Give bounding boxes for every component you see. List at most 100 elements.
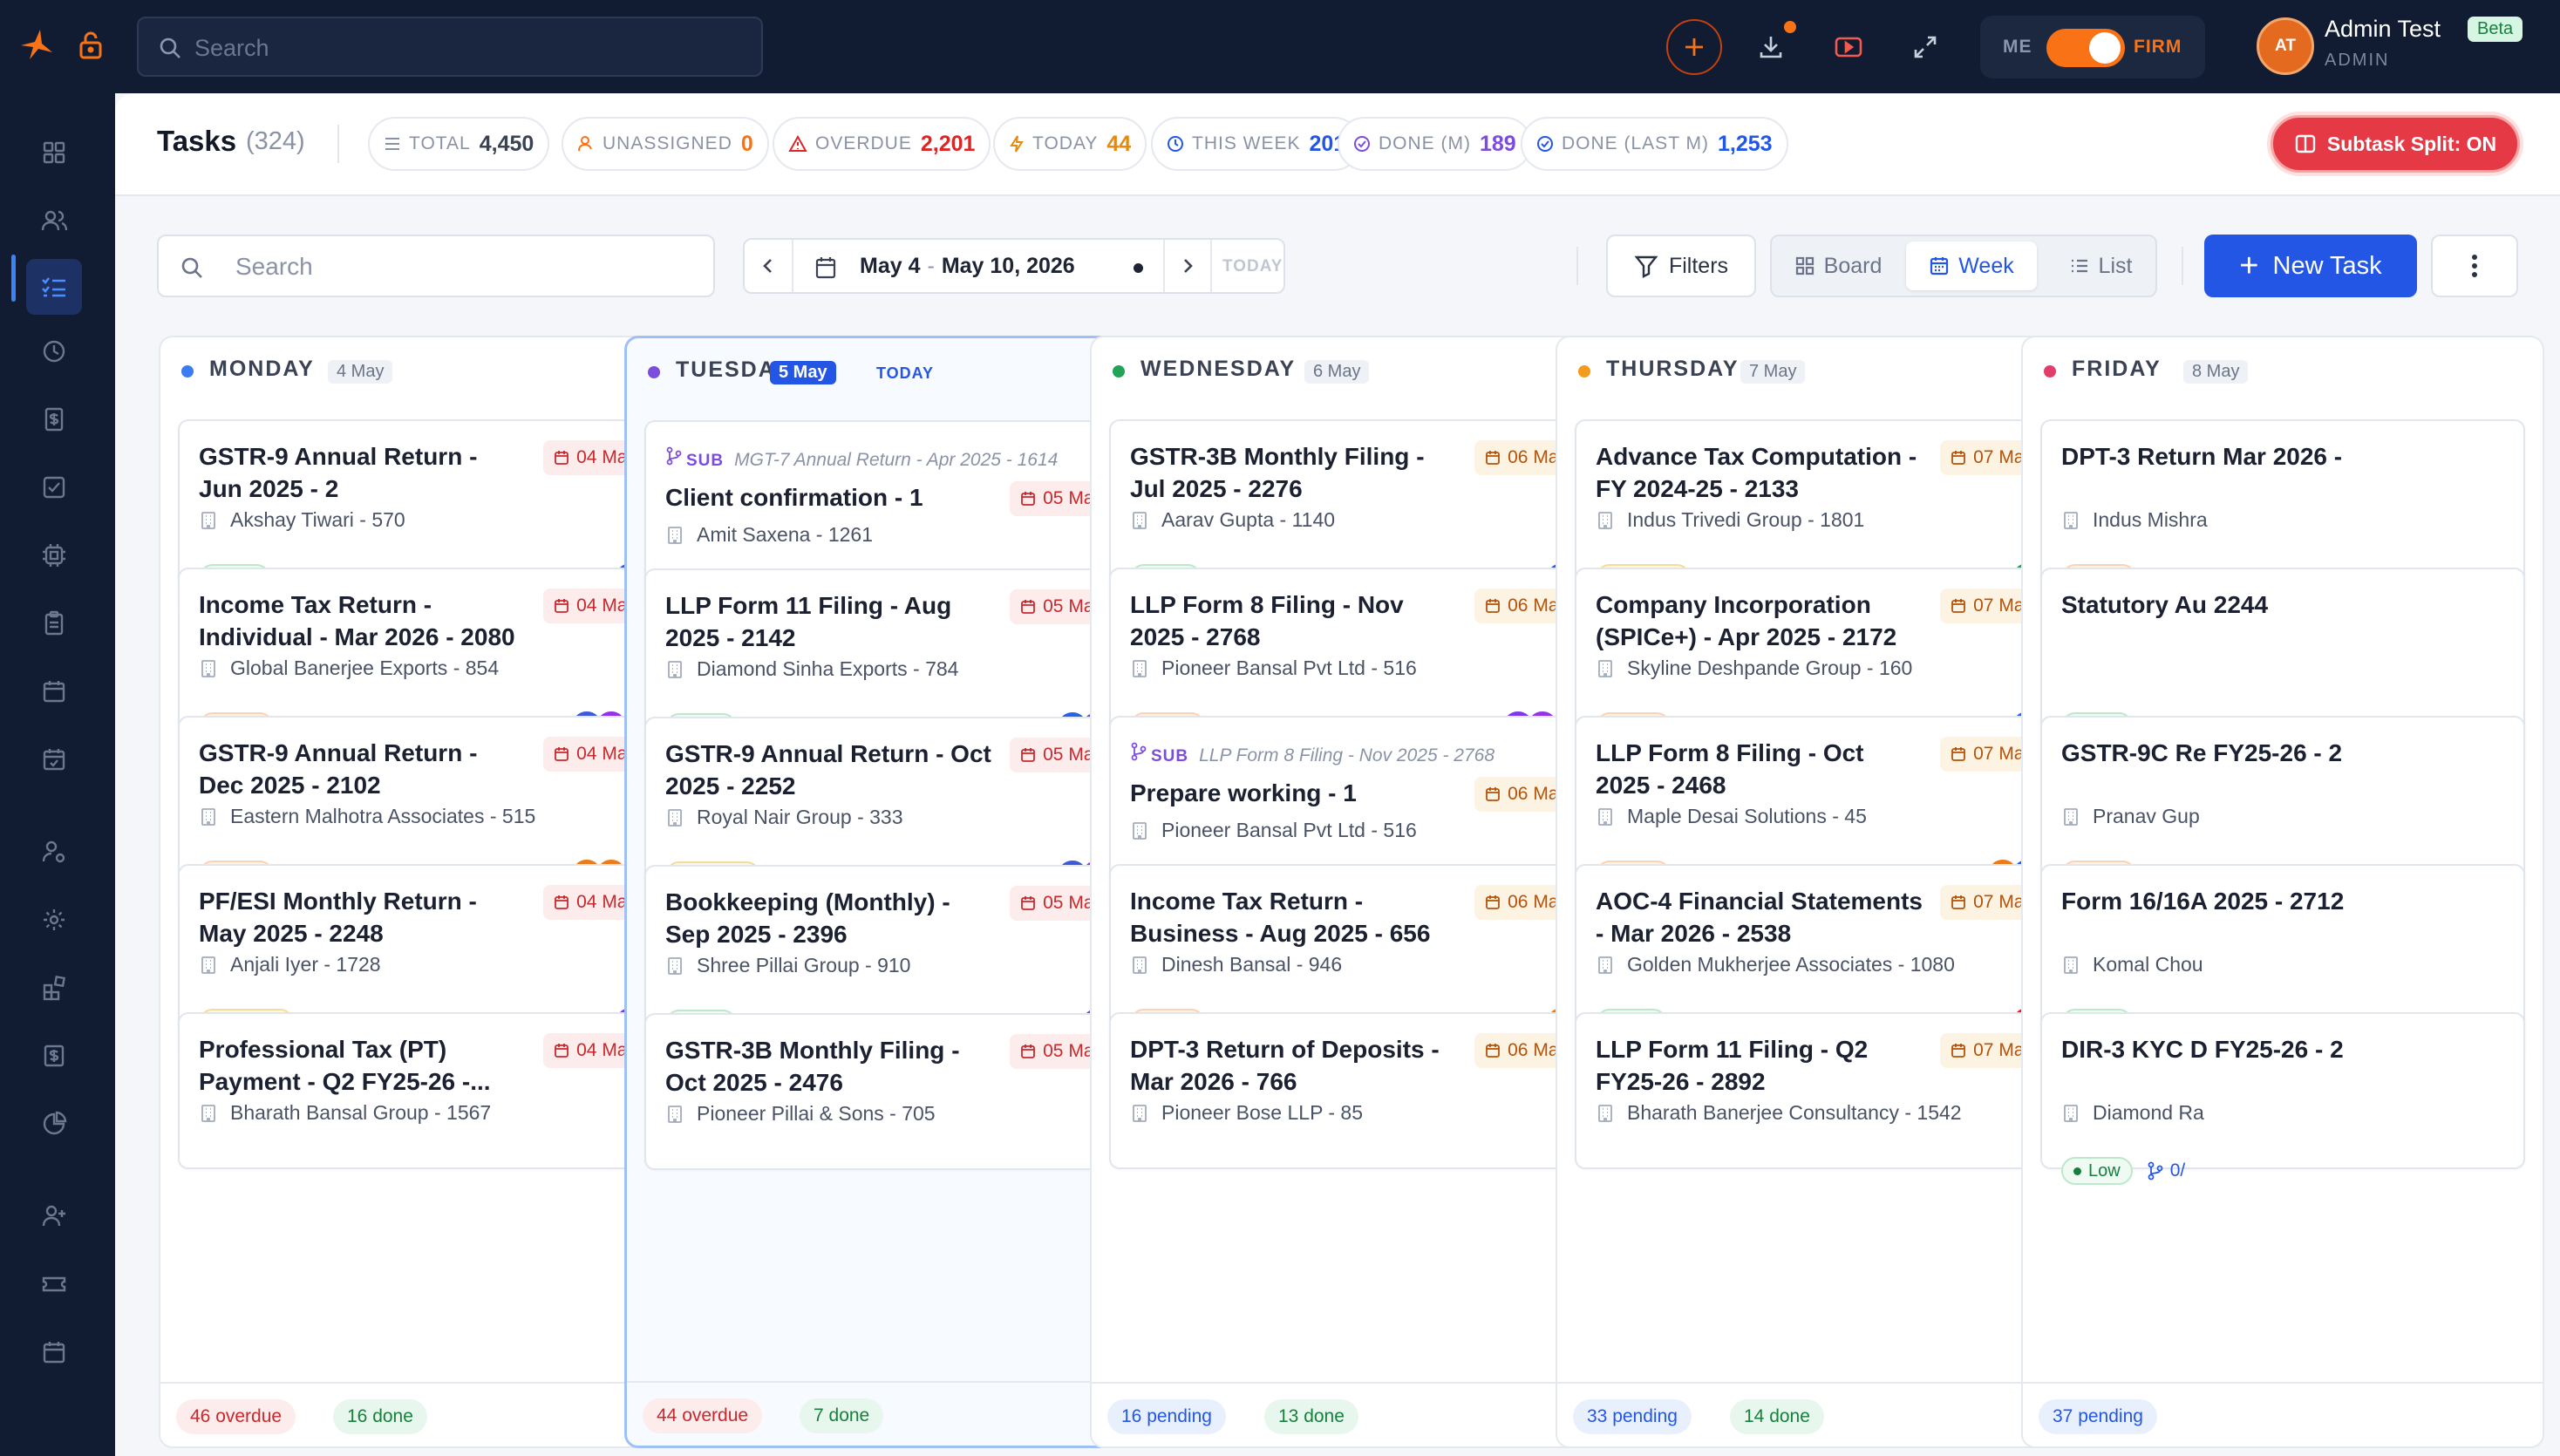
task-card[interactable]: GSTR-3B Monthly Filing - Oct 2025 - 2476… <box>644 1013 1129 1170</box>
subtask-split-toggle[interactable]: Subtask Split: ON <box>2271 115 2520 173</box>
sidebar-item-integrations[interactable] <box>26 960 82 1016</box>
task-title[interactable]: Advance Tax Computation - FY 2024-25 - 2… <box>1596 440 1923 505</box>
client-name[interactable]: Anjali Iyer - 1728 <box>199 953 381 976</box>
task-search-input[interactable] <box>235 249 689 284</box>
task-title[interactable]: Prepare working - 1 <box>1130 777 1461 809</box>
stat-done-month[interactable]: DONE (M) 189 <box>1338 117 1532 171</box>
task-title[interactable]: PF/ESI Monthly Return - May 2025 - 2248 <box>199 885 527 949</box>
sidebar-item-payments[interactable] <box>26 1028 82 1084</box>
scope-me-label[interactable]: ME <box>2003 37 2032 58</box>
app-logo-icon[interactable] <box>17 26 56 65</box>
task-card[interactable]: LLP Form 11 Filing - Q2 FY25-26 - 2892 07… <box>1575 1012 2060 1169</box>
tab-week[interactable]: Week <box>1906 242 2037 290</box>
task-title[interactable]: GSTR-3B Monthly Filing - Jul 2025 - 2276 <box>1130 440 1458 505</box>
task-title[interactable]: DPT-3 Return of Deposits - Mar 2026 - 76… <box>1130 1033 1458 1098</box>
pending-count-chip[interactable]: 33 pending <box>1573 1399 1692 1434</box>
pending-count-chip[interactable]: 16 pending <box>1107 1399 1226 1434</box>
task-title[interactable]: Statutory Au 2244 <box>2061 589 2389 621</box>
sidebar-item-reports[interactable] <box>26 1096 82 1152</box>
task-title[interactable]: LLP Form 8 Filing - Oct 2025 - 2468 <box>1596 737 1923 801</box>
task-title[interactable]: Income Tax Return - Individual - Mar 202… <box>199 589 527 653</box>
sidebar-item-billing[interactable] <box>26 391 82 447</box>
done-count-chip[interactable]: 16 done <box>333 1399 427 1434</box>
user-avatar[interactable]: AT <box>2257 17 2314 75</box>
task-title[interactable]: GSTR-9 Annual Return - Dec 2025 - 2102 <box>199 737 527 801</box>
task-card[interactable]: DPT-3 Return of Deposits - Mar 2026 - 76… <box>1109 1012 1594 1169</box>
scope-toggle-track[interactable] <box>2046 29 2125 67</box>
task-title[interactable]: Bookkeeping (Monthly) - Sep 2025 - 2396 <box>665 886 993 950</box>
client-name[interactable]: Dinesh Bansal - 946 <box>1130 953 1342 976</box>
task-title[interactable]: GSTR-9 Annual Return - Oct 2025 - 2252 <box>665 738 993 802</box>
next-week-button[interactable] <box>1163 240 1212 292</box>
task-card[interactable]: Professional Tax (PT) Payment - Q2 FY25-… <box>178 1012 663 1169</box>
task-title[interactable]: GSTR-9 Annual Return - Jun 2025 - 2 <box>199 440 527 505</box>
scope-firm-label[interactable]: FIRM <box>2134 37 2182 58</box>
client-name[interactable]: Bharath Banerjee Consultancy - 1542 <box>1596 1101 1962 1125</box>
client-name[interactable]: Shree Pillai Group - 910 <box>665 954 910 977</box>
task-title[interactable]: GSTR-9C Re FY25-26 - 2 <box>2061 737 2389 769</box>
sidebar-item-documents[interactable] <box>26 595 82 651</box>
stat-overdue[interactable]: OVERDUE 2,201 <box>773 117 991 171</box>
calendar-icon[interactable] <box>814 255 837 280</box>
client-name[interactable]: Aarav Gupta - 1140 <box>1130 508 1335 532</box>
stat-this-week[interactable]: THIS WEEK 201 <box>1151 117 1362 171</box>
done-count-chip[interactable]: 13 done <box>1264 1399 1358 1434</box>
done-count-chip[interactable]: 7 done <box>800 1398 884 1433</box>
sidebar-item-tasks[interactable] <box>26 259 82 315</box>
task-card[interactable]: DIR-3 KYC D FY25-26 - 2 Diamond Ra Low 0/ <box>2040 1012 2525 1185</box>
sidebar-item-schedule[interactable] <box>26 1324 82 1380</box>
client-name[interactable]: Amit Saxena - 1261 <box>665 523 873 547</box>
client-name[interactable]: Golden Mukherjee Associates - 1080 <box>1596 953 1955 976</box>
client-name[interactable]: Pioneer Bansal Pvt Ltd - 516 <box>1130 657 1417 680</box>
task-search[interactable] <box>157 235 715 297</box>
parent-task-title[interactable]: MGT-7 Annual Return - Apr 2025 - 1614 <box>734 450 1058 470</box>
tab-board[interactable]: Board <box>1779 242 1897 290</box>
sidebar-item-settings[interactable] <box>26 892 82 948</box>
client-name[interactable]: Diamond Sinha Exports - 784 <box>665 657 958 681</box>
client-name[interactable]: Pioneer Pillai & Sons - 705 <box>665 1102 936 1126</box>
global-search[interactable] <box>137 17 763 77</box>
client-name[interactable]: Pioneer Bansal Pvt Ltd - 516 <box>1130 819 1417 842</box>
fullscreen-button[interactable] <box>1897 19 1953 75</box>
overdue-count-chip[interactable]: 44 overdue <box>643 1398 763 1433</box>
quick-add-button[interactable] <box>1666 19 1722 75</box>
sidebar-item-team[interactable] <box>26 824 82 880</box>
client-name[interactable]: Maple Desai Solutions - 45 <box>1596 805 1867 828</box>
sidebar-item-dashboard[interactable] <box>26 125 82 180</box>
sidebar-item-clients[interactable] <box>26 193 82 248</box>
client-name[interactable]: Royal Nair Group - 333 <box>665 806 903 829</box>
task-title[interactable]: DIR-3 KYC D FY25-26 - 2 <box>2061 1033 2389 1065</box>
client-name[interactable]: Eastern Malhotra Associates - 515 <box>199 805 535 828</box>
new-task-button[interactable]: + New Task <box>2204 235 2417 297</box>
sidebar-item-time[interactable] <box>26 323 82 379</box>
today-button[interactable]: TODAY <box>1222 257 1283 276</box>
date-range[interactable]: May 4- May 10, 2026 <box>860 254 1075 279</box>
task-title[interactable]: DPT-3 Return Mar 2026 - <box>2061 440 2389 473</box>
sidebar-item-calendar[interactable] <box>26 663 82 719</box>
task-title[interactable]: Income Tax Return - Business - Aug 2025 … <box>1130 885 1458 949</box>
done-count-chip[interactable]: 14 done <box>1730 1399 1824 1434</box>
filters-button[interactable]: Filters <box>1606 235 1756 297</box>
task-title[interactable]: LLP Form 11 Filing - Aug 2025 - 2142 <box>665 589 993 654</box>
client-name[interactable]: Akshay Tiwari - 570 <box>199 508 405 532</box>
stat-done-last-month[interactable]: DONE (LAST M) 1,253 <box>1521 117 1788 171</box>
client-name[interactable]: Indus Mishra <box>2061 508 2208 532</box>
parent-task-title[interactable]: LLP Form 8 Filing - Nov 2025 - 2768 <box>1199 745 1494 765</box>
task-title[interactable]: GSTR-3B Monthly Filing - Oct 2025 - 2476 <box>665 1034 993 1099</box>
sidebar-item-approvals[interactable] <box>26 459 82 515</box>
global-search-input[interactable] <box>194 31 718 65</box>
client-name[interactable]: Pioneer Bose LLP - 85 <box>1130 1101 1363 1125</box>
overdue-count-chip[interactable]: 46 overdue <box>176 1399 296 1434</box>
sidebar-item-compliance[interactable] <box>26 527 82 583</box>
client-name[interactable]: Global Banerjee Exports - 854 <box>199 657 499 680</box>
video-button[interactable] <box>1821 19 1876 75</box>
sidebar-item-invite[interactable] <box>26 1188 82 1244</box>
task-title[interactable]: Company Incorporation (SPICe+) - Apr 202… <box>1596 589 1923 653</box>
user-name[interactable]: Admin Test <box>2325 16 2441 43</box>
stat-unassigned[interactable]: UNASSIGNED 0 <box>562 117 769 171</box>
stat-today[interactable]: TODAY 44 <box>993 117 1147 171</box>
client-name[interactable]: Skyline Deshpande Group - 160 <box>1596 657 1912 680</box>
client-name[interactable]: Diamond Ra <box>2061 1101 2204 1125</box>
task-title[interactable]: AOC-4 Financial Statements - Mar 2026 - … <box>1596 885 1923 949</box>
task-title[interactable]: Professional Tax (PT) Payment - Q2 FY25-… <box>199 1033 527 1098</box>
